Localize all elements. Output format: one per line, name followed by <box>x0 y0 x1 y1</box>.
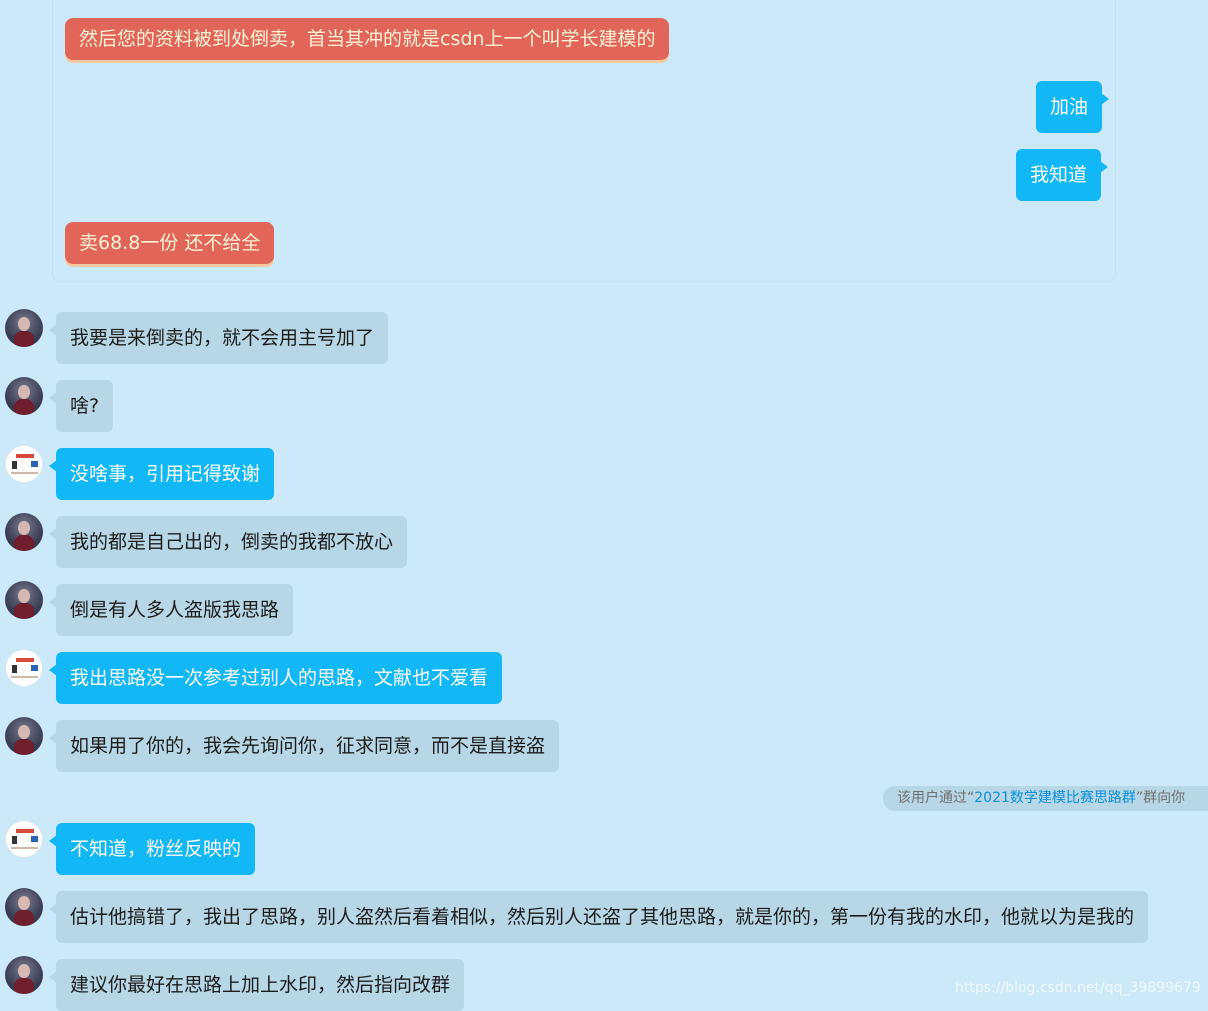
system-notice: 该用户通过“2021数学建模比赛思路群”群向你 <box>883 786 1208 811</box>
message-bubble[interactable]: 我出思路没一次参考过别人的思路，文献也不爱看 <box>48 652 503 704</box>
contact-avatar[interactable] <box>5 377 43 415</box>
message-text: 然后您的资料被到处倒卖，首当其冲的就是csdn上一个叫学长建模的 <box>79 28 656 50</box>
message-text: 倒是有人多人盗版我思路 <box>70 599 280 621</box>
notice-suffix: ”群向你 <box>1135 790 1186 806</box>
blog-watermark: https://blog.csdn.net/qq_39899679 <box>955 980 1201 996</box>
message-bubble[interactable]: 倒是有人多人盗版我思路 <box>48 584 294 636</box>
message-bubble[interactable]: 啥? <box>48 380 114 432</box>
message-bubble[interactable]: 没啥事，引用记得致谢 <box>48 448 275 500</box>
contact-avatar[interactable] <box>5 717 43 755</box>
message-text: 加油 <box>1050 96 1089 118</box>
message-text: 没啥事，引用记得致谢 <box>70 463 261 485</box>
notice-prefix: 该用户通过“ <box>897 790 975 806</box>
message-text: 我的都是自己出的，倒卖的我都不放心 <box>70 531 394 553</box>
message-text: 我要是来倒卖的，就不会用主号加了 <box>70 327 375 349</box>
my-avatar[interactable] <box>5 820 43 858</box>
contact-avatar[interactable] <box>5 956 43 994</box>
quoted-message-bubble: 卖68.8一份 还不给全 <box>65 222 275 264</box>
contact-avatar[interactable] <box>5 513 43 551</box>
quoted-reply-bubble: 我知道 <box>1016 149 1109 201</box>
contact-avatar[interactable] <box>5 581 43 619</box>
message-text: 我出思路没一次参考过别人的思路，文献也不爱看 <box>70 667 489 689</box>
message-bubble[interactable]: 如果用了你的，我会先询问你，征求同意，而不是直接盗 <box>48 720 560 772</box>
message-text: 如果用了你的，我会先询问你，征求同意，而不是直接盗 <box>70 735 546 757</box>
message-text: 估计他搞错了，我出了思路，别人盗然后看着相似，然后别人还盗了其他思路，就是你的，… <box>70 906 1135 928</box>
message-bubble[interactable]: 我的都是自己出的，倒卖的我都不放心 <box>48 516 408 568</box>
contact-avatar[interactable] <box>5 888 43 926</box>
quoted-reply-bubble: 加油 <box>1036 81 1110 133</box>
message-text: 啥? <box>70 395 100 417</box>
my-avatar[interactable] <box>5 649 43 687</box>
message-bubble[interactable]: 估计他搞错了，我出了思路，别人盗然后看着相似，然后别人还盗了其他思路，就是你的，… <box>48 891 1149 943</box>
group-link[interactable]: 2021数学建模比赛思路群 <box>974 790 1136 806</box>
contact-avatar[interactable] <box>5 309 43 347</box>
message-bubble[interactable]: 建议你最好在思路上加上水印，然后指向改群 <box>48 959 465 1011</box>
message-text: 建议你最好在思路上加上水印，然后指向改群 <box>70 974 451 996</box>
message-text: 卖68.8一份 还不给全 <box>79 232 261 254</box>
quoted-message-bubble: 然后您的资料被到处倒卖，首当其冲的就是csdn上一个叫学长建模的 <box>65 18 670 60</box>
message-bubble[interactable]: 我要是来倒卖的，就不会用主号加了 <box>48 312 389 364</box>
message-text: 不知道，粉丝反映的 <box>70 838 242 860</box>
my-avatar[interactable] <box>5 445 43 483</box>
message-text: 我知道 <box>1030 164 1088 186</box>
message-bubble[interactable]: 不知道，粉丝反映的 <box>48 823 256 875</box>
